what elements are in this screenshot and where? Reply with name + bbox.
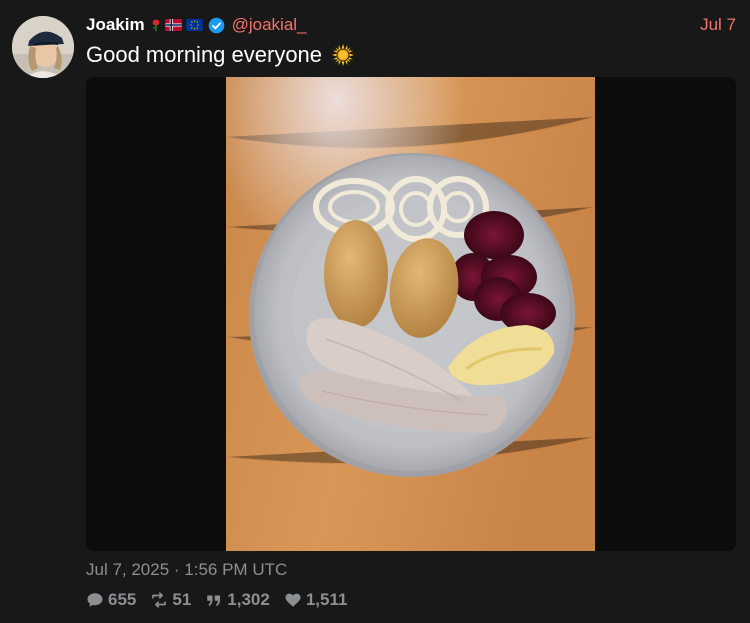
tweet-stats: 655 51 1,302 1,511 <box>86 590 347 610</box>
sun-icon <box>332 44 355 66</box>
quote-count: 1,302 <box>227 590 270 609</box>
tweet-text-content: Good morning everyone <box>86 42 323 67</box>
heart-icon <box>285 593 301 607</box>
tweet: Joakim @joakial_ Jul 7 Good morning ever… <box>0 0 750 623</box>
quote-icon <box>207 595 221 606</box>
verified-badge-icon <box>208 17 224 33</box>
quote-stat[interactable]: 1,302 <box>205 590 270 610</box>
retweet-stat[interactable]: 51 <box>150 590 191 610</box>
rose-icon <box>152 19 159 31</box>
avatar-image <box>12 16 74 78</box>
like-count: 1,511 <box>305 590 348 609</box>
retweet-count: 51 <box>172 590 192 609</box>
author-handle[interactable]: @joakial_ <box>232 15 307 35</box>
like-stat[interactable]: 1,511 <box>284 590 348 610</box>
tweet-header: Joakim @joakial_ <box>86 14 307 36</box>
reply-count: 655 <box>108 590 137 609</box>
reply-icon <box>87 593 103 607</box>
tweet-timestamp[interactable]: Jul 7, 2025 · 1:56 PM UTC <box>86 560 287 580</box>
norway-flag-icon <box>164 19 182 31</box>
display-name[interactable]: Joakim <box>86 15 145 35</box>
tweet-date-link[interactable]: Jul 7 <box>700 15 736 35</box>
retweet-icon <box>152 592 167 608</box>
tweet-media[interactable] <box>86 77 736 551</box>
avatar[interactable] <box>12 16 74 78</box>
reply-stat[interactable]: 655 <box>86 590 136 610</box>
food-plate-photo[interactable] <box>226 77 595 551</box>
tweet-text: Good morning everyone <box>86 42 355 68</box>
eu-flag-icon <box>185 19 203 31</box>
